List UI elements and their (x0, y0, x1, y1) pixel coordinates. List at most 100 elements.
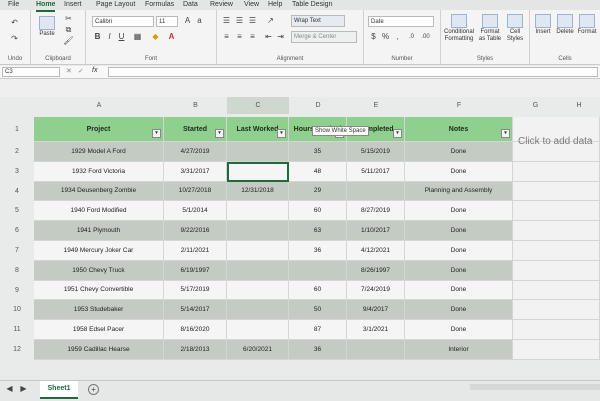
empty-cell[interactable] (513, 181, 600, 202)
cell-styles-button[interactable]: Cell Styles (504, 14, 526, 43)
table-cell[interactable]: 60 (289, 201, 347, 222)
row-header[interactable]: 10 (0, 300, 34, 320)
table-cell[interactable]: Done (405, 320, 513, 340)
table-cell[interactable]: 63 (289, 221, 347, 241)
tab-view[interactable]: View (244, 0, 259, 10)
align-top-icon[interactable]: ☰ (221, 16, 232, 26)
table-cell[interactable] (227, 300, 289, 321)
name-box[interactable]: C3 (2, 67, 60, 77)
table-header-cell[interactable]: Started ▾ (164, 117, 227, 142)
table-cell[interactable]: Planning and Assembly (405, 181, 513, 202)
redo-icon[interactable]: ↷ (9, 34, 20, 44)
format-cells-button[interactable]: Format (576, 14, 598, 35)
table-cell[interactable]: 60 (289, 280, 347, 301)
row-header[interactable]: 5 (0, 201, 34, 221)
decrease-decimal-icon[interactable]: .00 (420, 32, 431, 42)
table-cell[interactable]: 7/24/2019 (347, 280, 405, 301)
table-cell[interactable]: 1934 Deusenberg Zombie (34, 181, 164, 202)
borders-icon[interactable]: ▦ (132, 32, 143, 42)
undo-icon[interactable]: ↶ (9, 18, 20, 28)
decrease-indent-icon[interactable]: ⇤ (263, 32, 274, 42)
table-cell[interactable]: 1932 Ford Victoria (34, 161, 164, 182)
empty-cell[interactable] (513, 201, 600, 222)
chart-placeholder[interactable]: Click to add data (518, 136, 593, 147)
table-cell[interactable]: 48 (289, 161, 347, 182)
orientation-icon[interactable]: ↗ (265, 16, 276, 26)
copy-icon[interactable]: ⧉ (63, 25, 74, 35)
row-header[interactable]: 1 (0, 117, 34, 142)
table-header-cell[interactable]: Notes ▾ (405, 117, 513, 142)
formula-input[interactable] (108, 67, 598, 77)
table-cell[interactable]: 8/16/2020 (164, 320, 227, 340)
horizontal-scrollbar[interactable] (470, 384, 600, 390)
empty-cell[interactable] (513, 221, 600, 241)
column-header-d[interactable]: D (289, 97, 347, 114)
currency-icon[interactable]: $ (368, 32, 379, 42)
add-sheet-icon[interactable]: + (88, 384, 99, 395)
tab-review[interactable]: Review (210, 0, 233, 10)
table-cell[interactable]: Interior (405, 340, 513, 360)
table-cell[interactable] (227, 201, 289, 222)
empty-cell[interactable] (513, 241, 600, 261)
empty-cell[interactable] (513, 300, 600, 321)
table-cell[interactable]: Done (405, 221, 513, 241)
empty-cell[interactable] (513, 161, 600, 182)
table-cell[interactable]: 12/31/2018 (227, 181, 289, 202)
column-header-b[interactable]: B (164, 97, 227, 114)
table-cell[interactable]: 3/31/2017 (164, 161, 227, 182)
tab-help[interactable]: Help (268, 0, 282, 10)
increase-decimal-icon[interactable]: .0 (406, 32, 417, 42)
row-header[interactable]: 8 (0, 261, 34, 281)
increase-font-icon[interactable]: A (182, 16, 193, 26)
underline-icon[interactable]: U (116, 32, 127, 42)
table-cell[interactable]: 87 (289, 320, 347, 340)
table-cell[interactable]: 5/17/2019 (164, 280, 227, 301)
empty-cell[interactable] (513, 260, 600, 281)
font-color-icon[interactable]: A (166, 32, 177, 42)
row-header[interactable]: 2 (0, 142, 34, 162)
wrap-text-button[interactable]: Wrap Text (291, 15, 345, 27)
table-cell[interactable]: Done (405, 161, 513, 182)
active-cell[interactable] (227, 161, 289, 182)
table-cell[interactable]: 36 (289, 241, 347, 261)
table-cell[interactable]: 1959 Cadillac Hearse (34, 340, 164, 360)
table-cell[interactable]: 9/22/2016 (164, 221, 227, 241)
table-header-cell[interactable]: Project ▾ (34, 117, 164, 142)
column-header-g[interactable]: G (513, 97, 558, 114)
table-cell[interactable]: 36 (289, 340, 347, 360)
tab-insert[interactable]: Insert (64, 0, 82, 10)
format-painter-icon[interactable]: 🖌 (63, 36, 74, 46)
table-cell[interactable]: Done (405, 142, 513, 162)
insert-cells-button[interactable]: Insert (532, 14, 554, 35)
merge-center-button[interactable]: Merge & Center (291, 31, 357, 43)
row-header[interactable]: 7 (0, 241, 34, 261)
table-cell[interactable]: 2/18/2013 (164, 340, 227, 360)
column-header-c[interactable]: C (227, 97, 289, 114)
table-cell[interactable]: 1958 Edsel Pacer (34, 320, 164, 340)
table-cell[interactable]: 10/27/2018 (164, 181, 227, 202)
row-header[interactable]: 4 (0, 182, 34, 202)
table-cell[interactable]: 9/4/2017 (347, 300, 405, 321)
tab-table-design[interactable]: Table Design (292, 0, 332, 10)
scroll-right-icon[interactable]: ▶ (18, 384, 29, 394)
enter-icon[interactable]: ✓ (78, 67, 84, 75)
column-header-f[interactable]: F (405, 97, 513, 114)
table-cell[interactable]: 6/20/2021 (227, 340, 289, 360)
comma-icon[interactable]: , (392, 32, 403, 42)
decrease-font-icon[interactable]: a (194, 16, 205, 26)
table-cell[interactable] (227, 320, 289, 340)
align-center-icon[interactable]: ≡ (234, 32, 245, 42)
percent-icon[interactable]: % (380, 32, 391, 42)
align-bottom-icon[interactable]: ☰ (247, 16, 258, 26)
table-cell[interactable]: 1953 Studebaker (34, 300, 164, 321)
table-cell[interactable]: 8/27/2019 (347, 201, 405, 222)
filter-dropdown-icon[interactable]: ▾ (277, 129, 286, 138)
increase-indent-icon[interactable]: ⇥ (275, 32, 286, 42)
table-cell[interactable]: 1/10/2017 (347, 221, 405, 241)
table-cell[interactable]: 5/14/2017 (164, 300, 227, 321)
delete-cells-button[interactable]: Delete (554, 14, 576, 35)
column-header-h[interactable]: H (558, 97, 600, 114)
table-header-cell[interactable]: Last Worked ▾ (227, 117, 289, 142)
filter-dropdown-icon[interactable]: ▾ (152, 129, 161, 138)
table-cell[interactable] (289, 260, 347, 281)
